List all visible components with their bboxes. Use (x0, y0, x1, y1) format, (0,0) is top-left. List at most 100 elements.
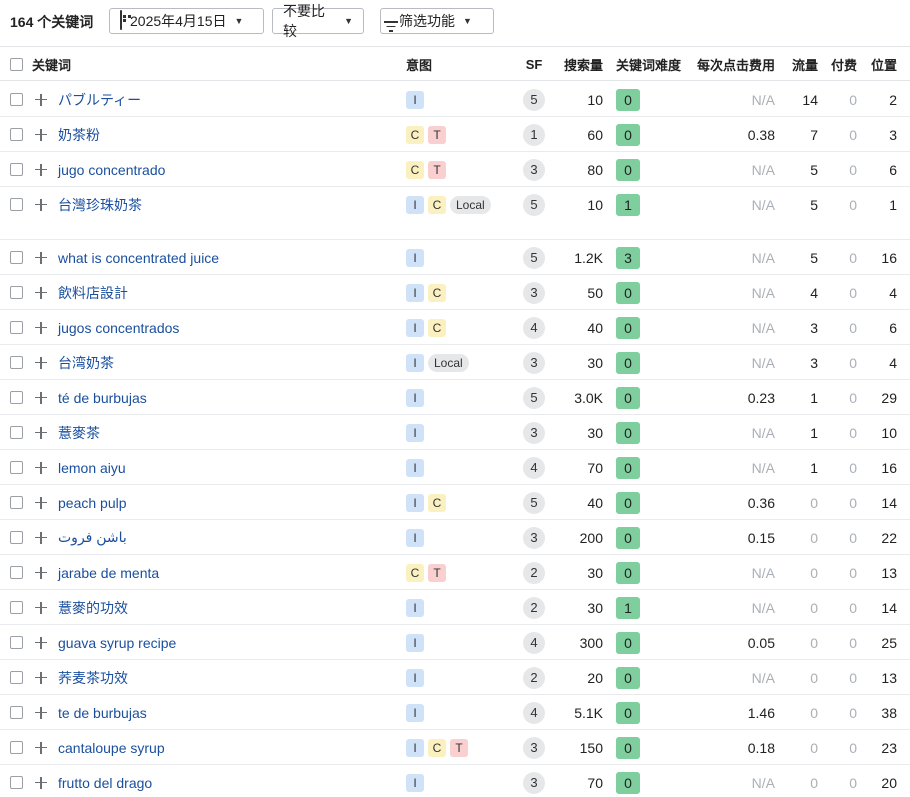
select-all-checkbox[interactable] (10, 47, 23, 82)
row-checkbox[interactable] (10, 117, 23, 152)
table-row: 薏麥茶 I 3 30 0 N/A 1 0 10 (0, 415, 910, 450)
intent-badges: I (406, 765, 428, 797)
row-checkbox[interactable] (10, 152, 23, 187)
add-keyword-plus-icon[interactable] (35, 345, 47, 380)
add-keyword-plus-icon[interactable] (35, 590, 47, 625)
keyword-link[interactable]: パブルティー (58, 90, 141, 110)
keyword-link[interactable]: jugos concentrados (58, 320, 179, 336)
keyword-link[interactable]: guava syrup recipe (58, 635, 176, 651)
keyword-link[interactable]: peach pulp (58, 495, 127, 511)
keyword-link[interactable]: 台湾奶茶 (58, 353, 114, 373)
position-value: 13 (881, 669, 897, 686)
keyword-link[interactable]: 台灣珍珠奶茶 (58, 195, 142, 215)
add-keyword-plus-icon[interactable] (35, 187, 47, 222)
column-position[interactable]: 位置 (862, 47, 897, 82)
sf-count[interactable]: 5 (523, 246, 545, 269)
keyword-link[interactable]: frutto del drago (58, 775, 152, 791)
row-checkbox[interactable] (10, 82, 23, 117)
add-keyword-plus-icon[interactable] (35, 695, 47, 730)
sf-count[interactable]: 5 (523, 193, 545, 216)
row-checkbox[interactable] (10, 590, 23, 625)
keyword-link[interactable]: 飲料店設計 (58, 283, 128, 303)
date-picker-button[interactable]: 2025年4月15日 ▼ (109, 8, 264, 34)
add-keyword-plus-icon[interactable] (35, 152, 47, 187)
keyword-link[interactable]: té de burbujas (58, 390, 147, 406)
sf-count[interactable]: 5 (523, 386, 545, 409)
intent-badges: IC (406, 275, 450, 310)
add-keyword-plus-icon[interactable] (35, 82, 47, 117)
sf-count[interactable]: 3 (523, 351, 545, 374)
row-checkbox[interactable] (10, 625, 23, 660)
add-keyword-plus-icon[interactable] (35, 660, 47, 695)
filter-button[interactable]: 筛选功能 ▼ (380, 8, 494, 34)
row-checkbox[interactable] (10, 660, 23, 695)
sf-count[interactable]: 3 (523, 281, 545, 304)
sf-count[interactable]: 4 (523, 631, 545, 654)
column-traffic[interactable]: 流量 (785, 47, 818, 82)
row-checkbox[interactable] (10, 380, 23, 415)
add-keyword-plus-icon[interactable] (35, 555, 47, 590)
row-checkbox[interactable] (10, 485, 23, 520)
column-volume[interactable]: 搜索量 (555, 47, 603, 82)
compare-dropdown[interactable]: 不要比较 ▼ (272, 3, 364, 39)
add-keyword-plus-icon[interactable] (35, 117, 47, 152)
sf-count[interactable]: 5 (523, 491, 545, 514)
keyword-link[interactable]: باشن فروت (58, 529, 127, 546)
add-keyword-plus-icon[interactable] (35, 730, 47, 765)
row-checkbox[interactable] (10, 730, 23, 765)
add-keyword-plus-icon[interactable] (35, 485, 47, 520)
add-keyword-plus-icon[interactable] (35, 625, 47, 660)
row-checkbox[interactable] (10, 450, 23, 485)
column-cpc[interactable]: 每次点击费用 (690, 47, 775, 82)
column-paid[interactable]: 付费 (825, 47, 857, 82)
keyword-link[interactable]: jugo concentrado (58, 162, 165, 178)
add-keyword-plus-icon[interactable] (35, 765, 47, 797)
column-kd[interactable]: 关键词难度 (616, 47, 681, 82)
cpc-value: 0.18 (747, 739, 775, 756)
row-checkbox[interactable] (10, 695, 23, 730)
keyword-link[interactable]: 薏麥的功效 (58, 598, 128, 618)
column-keyword[interactable]: 关键词 (32, 47, 71, 82)
chevron-down-icon: ▼ (234, 16, 244, 26)
add-keyword-plus-icon[interactable] (35, 240, 47, 275)
sf-count[interactable]: 4 (523, 456, 545, 479)
row-checkbox[interactable] (10, 240, 23, 275)
row-checkbox[interactable] (10, 555, 23, 590)
sf-count[interactable]: 1 (523, 123, 545, 146)
sf-count[interactable]: 4 (523, 316, 545, 339)
keyword-link[interactable]: lemon aiyu (58, 460, 126, 476)
keyword-link[interactable]: 奶茶粉 (58, 125, 100, 145)
sf-count[interactable]: 3 (523, 736, 545, 759)
sf-count[interactable]: 4 (523, 701, 545, 724)
add-keyword-plus-icon[interactable] (35, 450, 47, 485)
sf-count[interactable]: 2 (523, 596, 545, 619)
row-checkbox[interactable] (10, 520, 23, 555)
sf-count[interactable]: 3 (523, 526, 545, 549)
sf-count[interactable]: 5 (523, 88, 545, 111)
keyword-link[interactable]: te de burbujas (58, 705, 147, 721)
keyword-link[interactable]: what is concentrated juice (58, 250, 219, 266)
keyword-link[interactable]: 荞麦茶功效 (58, 668, 128, 688)
sf-count[interactable]: 2 (523, 561, 545, 584)
keyword-link[interactable]: 薏麥茶 (58, 423, 100, 443)
add-keyword-plus-icon[interactable] (35, 415, 47, 450)
sf-count[interactable]: 3 (523, 771, 545, 794)
row-checkbox[interactable] (10, 310, 23, 345)
add-keyword-plus-icon[interactable] (35, 380, 47, 415)
sf-count[interactable]: 2 (523, 666, 545, 689)
keyword-link[interactable]: jarabe de menta (58, 565, 159, 581)
intent-badges: I (406, 82, 428, 117)
column-sf[interactable]: SF (523, 47, 545, 82)
row-checkbox[interactable] (10, 275, 23, 310)
add-keyword-plus-icon[interactable] (35, 310, 47, 345)
add-keyword-plus-icon[interactable] (35, 275, 47, 310)
keyword-link[interactable]: cantaloupe syrup (58, 740, 165, 756)
row-checkbox[interactable] (10, 765, 23, 797)
row-checkbox[interactable] (10, 415, 23, 450)
sf-count[interactable]: 3 (523, 421, 545, 444)
row-checkbox[interactable] (10, 345, 23, 380)
add-keyword-plus-icon[interactable] (35, 520, 47, 555)
column-intent[interactable]: 意图 (406, 47, 432, 82)
sf-count[interactable]: 3 (523, 158, 545, 181)
row-checkbox[interactable] (10, 187, 23, 222)
